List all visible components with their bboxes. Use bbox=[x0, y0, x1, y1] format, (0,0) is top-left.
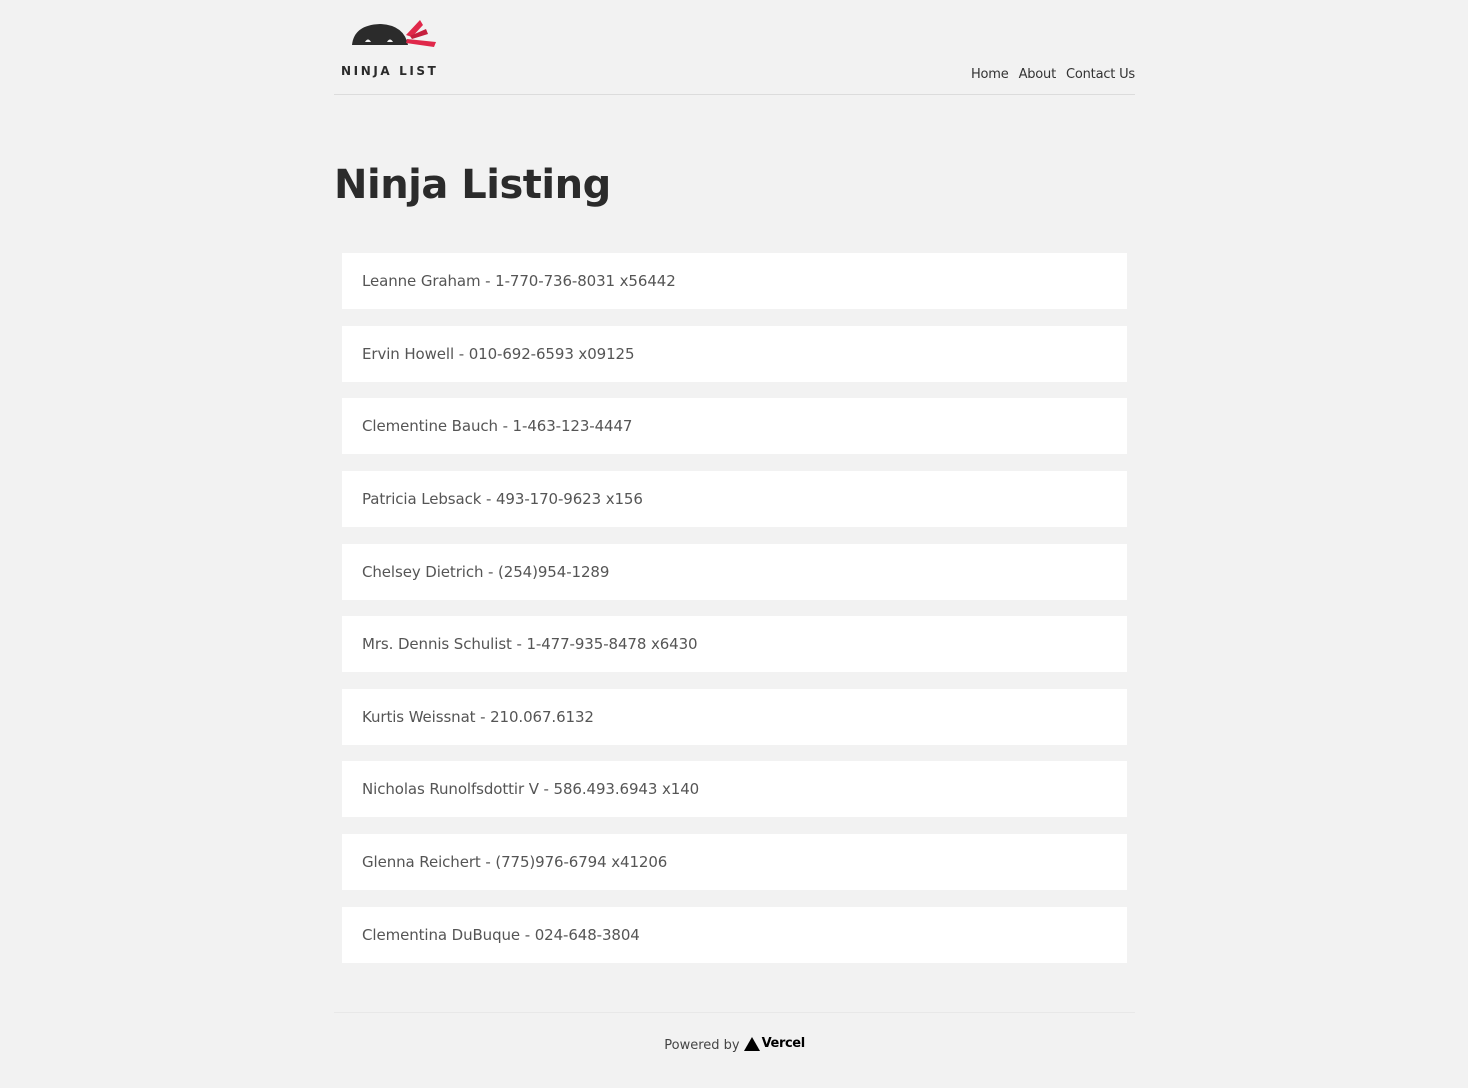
nav-links: Home About Contact Us bbox=[971, 67, 1135, 82]
ninja-list-item[interactable]: Kurtis Weissnat - 210.067.6132 bbox=[342, 688, 1127, 745]
powered-by-label: Powered by bbox=[664, 1038, 740, 1053]
ninja-list-item[interactable]: Clementina DuBuque - 024-648-3804 bbox=[342, 906, 1127, 963]
svg-text:NINJA LIST: NINJA LIST bbox=[341, 64, 438, 78]
ninja-logo-icon: NINJA LIST bbox=[341, 20, 438, 78]
page-container: NINJA LIST Home About Contact Us Ninja L… bbox=[334, 0, 1135, 1053]
powered-by-vercel-link[interactable]: Powered by Vercel bbox=[334, 1036, 1135, 1053]
logo[interactable]: NINJA LIST bbox=[340, 17, 458, 81]
footer: Powered by Vercel bbox=[334, 1012, 1135, 1073]
nav-about-link[interactable]: About bbox=[1019, 67, 1057, 82]
navbar: NINJA LIST Home About Contact Us bbox=[334, 0, 1135, 95]
ninja-list-item[interactable]: Patricia Lebsack - 493-170-9623 x156 bbox=[342, 470, 1127, 527]
ninja-list-item[interactable]: Nicholas Runolfsdottir V - 586.493.6943 … bbox=[342, 761, 1127, 818]
vercel-label: Vercel bbox=[761, 1036, 806, 1051]
vercel-logo: Vercel bbox=[743, 1036, 806, 1051]
nav-contact-link[interactable]: Contact Us bbox=[1066, 67, 1135, 82]
ninja-list-item[interactable]: Glenna Reichert - (775)976-6794 x41206 bbox=[342, 834, 1127, 891]
ninja-list-item[interactable]: Clementine Bauch - 1-463-123-4447 bbox=[342, 398, 1127, 455]
triangle-icon bbox=[743, 1036, 760, 1051]
page-title: Ninja Listing bbox=[334, 162, 611, 208]
nav-home-link[interactable]: Home bbox=[971, 67, 1009, 82]
ninja-list-item[interactable]: Chelsey Dietrich - (254)954-1289 bbox=[342, 543, 1127, 600]
ninja-list-item[interactable]: Ervin Howell - 010-692-6593 x09125 bbox=[342, 325, 1127, 382]
ninja-list: Leanne Graham - 1-770-736-8031 x56442 Er… bbox=[342, 253, 1127, 979]
ninja-list-item[interactable]: Mrs. Dennis Schulist - 1-477-935-8478 x6… bbox=[342, 616, 1127, 673]
ninja-list-item[interactable]: Leanne Graham - 1-770-736-8031 x56442 bbox=[342, 253, 1127, 309]
